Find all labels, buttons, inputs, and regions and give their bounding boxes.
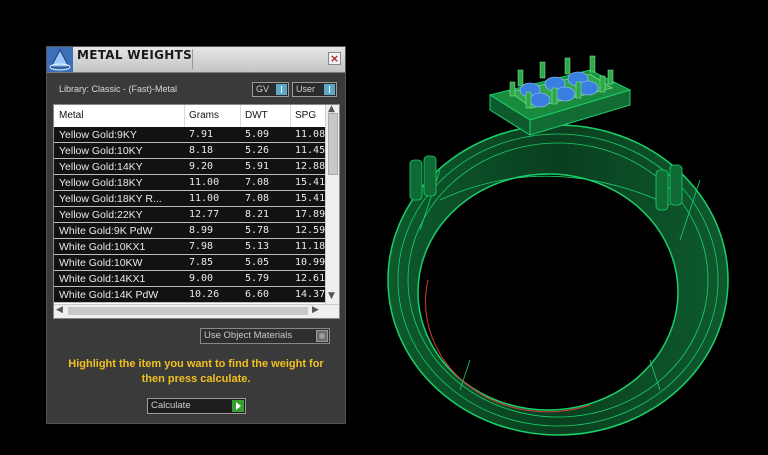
spg-value: 12.59 [295,225,326,236]
metal-name: Yellow Gold:10KY [59,145,143,157]
scroll-right-icon[interactable]: ▶ [312,305,319,315]
panel-titlebar[interactable]: METAL WEIGHTS × [47,47,345,73]
metal-name: White Gold:14KX1 [59,273,146,285]
close-button[interactable]: × [328,52,341,65]
metal-name: Yellow Gold:18KY [59,177,143,189]
metal-name: Yellow Gold:22KY [59,209,143,221]
dwt-value: 7.08 [245,177,270,188]
grams-value: 7.91 [189,129,214,140]
dwt-value: 5.79 [245,273,270,284]
table-row[interactable]: White Gold:14K PdW 10.26 6.60 14.37 [54,287,326,303]
spg-value: 14.37 [295,289,326,300]
calculate-button[interactable]: Calculate [147,398,246,414]
spg-value: 10.99 [295,257,326,268]
table-row[interactable]: Yellow Gold:18KY 11.00 7.08 15.41 [54,175,326,191]
grams-value: 9.20 [189,161,214,172]
scroll-left-icon[interactable]: ◀ [56,305,63,315]
vertical-scrollbar[interactable]: ▲ ▼ [325,105,339,305]
ring-3d-model[interactable] [380,30,740,450]
table-body: Yellow Gold:9KY 7.91 5.09 11.08 Yellow Gold… [54,127,326,304]
metal-name: White Gold:10KX1 [59,241,146,253]
dropdown-arrow-icon[interactable] [324,84,335,95]
use-object-materials-label: Use Object Materials [204,330,293,341]
metal-table[interactable]: Metal Grams DWT SPG Yellow Gold:9KY 7.91 5… [53,104,340,319]
table-row[interactable]: White Gold:14KX1 9.00 5.79 12.61 [54,271,326,287]
dwt-value: 6.60 [245,289,270,300]
metal-name: Yellow Gold:18KY R... [59,193,162,205]
horizontal-scroll-thumb[interactable] [68,307,308,315]
gv-dropdown[interactable]: GV [252,82,289,97]
table-row[interactable]: White Gold:10KX1 7.98 5.13 11.18 [54,239,326,255]
column-header-metal[interactable]: Metal [59,110,83,121]
user-dropdown-value: User [296,84,316,94]
grams-value: 8.99 [189,225,214,236]
metal-name: Yellow Gold:14KY [59,161,143,173]
grams-value: 7.98 [189,241,214,252]
table-header: Metal Grams DWT SPG [54,105,326,128]
grams-value: 8.18 [189,145,214,156]
grams-value: 10.26 [189,289,220,300]
table-row[interactable]: Yellow Gold:10KY 8.18 5.26 11.45 [54,143,326,159]
spg-value: 15.41 [295,193,326,204]
grams-value: 11.00 [189,177,220,188]
metal-name: White Gold:14K PdW [59,289,159,301]
panel-title: METAL WEIGHTS [77,48,193,62]
dwt-value: 5.09 [245,129,270,140]
table-row[interactable]: Yellow Gold:9KY 7.91 5.09 11.08 [54,127,326,143]
spg-value: 11.18 [295,241,326,252]
instruction-text: Highlight the item you want to find the … [68,358,324,385]
column-header-dwt[interactable]: DWT [245,110,268,121]
table-row[interactable]: Yellow Gold:22KY 12.77 8.21 17.89 [54,207,326,223]
column-divider [184,105,185,127]
dwt-value: 8.21 [245,209,270,220]
dwt-value: 5.05 [245,257,270,268]
vertical-scroll-thumb[interactable] [328,113,338,175]
grams-value: 7.85 [189,257,214,268]
gv-dropdown-value: GV [256,84,270,94]
grams-value: 9.00 [189,273,214,284]
dwt-value: 7.08 [245,193,270,204]
spg-value: 12.88 [295,161,326,172]
horizontal-scrollbar[interactable]: ◀ ▶ [54,304,339,318]
spg-value: 11.08 [295,129,326,140]
spg-value: 11.45 [295,145,326,156]
grams-value: 12.77 [189,209,220,220]
title-separator [192,49,193,69]
library-label: Library: Classic - (Fast)-Metal [59,84,178,94]
dwt-value: 5.13 [245,241,270,252]
spg-value: 15.41 [295,177,326,188]
table-row[interactable]: White Gold:9K PdW 8.99 5.78 12.59 [54,223,326,239]
column-divider [290,105,291,127]
radio-toggle-icon[interactable] [316,330,328,342]
column-header-grams[interactable]: Grams [189,110,219,121]
dropdown-arrow-icon[interactable] [276,84,287,95]
dwt-value: 5.78 [245,225,270,236]
use-object-materials-field[interactable]: Use Object Materials [200,328,330,344]
metal-name: White Gold:10KW [59,257,143,269]
grams-value: 11.00 [189,193,220,204]
table-row[interactable]: Yellow Gold:18KY R... 11.00 7.08 15.41 [54,191,326,207]
play-arrow-icon[interactable] [232,400,244,412]
column-divider [240,105,241,127]
metal-weights-panel: METAL WEIGHTS × Library: Classic - (Fast… [46,46,346,424]
table-row[interactable]: White Gold:10KW 7.85 5.05 10.99 [54,255,326,271]
table-row[interactable]: Yellow Gold:14KY 9.20 5.91 12.88 [54,159,326,175]
dwt-value: 5.26 [245,145,270,156]
spg-value: 12.61 [295,273,326,284]
metal-name: Yellow Gold:9KY [59,129,137,141]
metal-name: White Gold:9K PdW [59,225,153,237]
column-header-spg[interactable]: SPG [295,110,316,121]
scroll-down-icon[interactable]: ▼ [328,291,335,301]
user-dropdown[interactable]: User [292,82,337,97]
dwt-value: 5.91 [245,161,270,172]
calculate-label: Calculate [151,400,191,411]
app-logo-icon [47,47,73,72]
spg-value: 17.89 [295,209,326,220]
